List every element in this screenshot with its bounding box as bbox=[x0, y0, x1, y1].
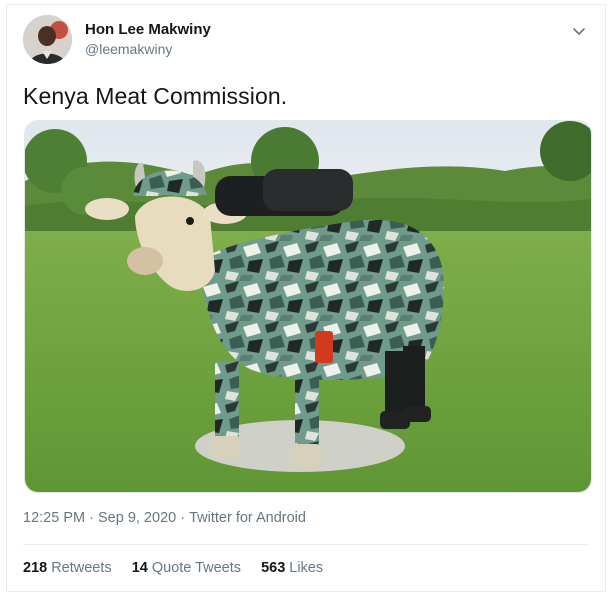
retweets-stat[interactable]: 218 Retweets bbox=[23, 560, 112, 576]
avatar[interactable] bbox=[23, 15, 72, 64]
quote-tweets-stat[interactable]: 14 Quote Tweets bbox=[132, 560, 241, 576]
avatar-image bbox=[23, 15, 72, 64]
tweet-date[interactable]: Sep 9, 2020 bbox=[98, 510, 176, 526]
likes-count: 563 bbox=[261, 560, 286, 576]
tweet-header: Hon Lee Makwiny @leemakwiny bbox=[23, 15, 589, 71]
meta-separator: · bbox=[180, 510, 186, 526]
quote-tweets-count: 14 bbox=[131, 560, 148, 576]
user-handle[interactable]: @leemakwiny bbox=[85, 41, 172, 57]
display-name[interactable]: Hon Lee Makwiny bbox=[85, 21, 211, 38]
likes-stat[interactable]: 563 Likes bbox=[261, 560, 323, 576]
tweet-photo[interactable] bbox=[24, 120, 592, 493]
divider bbox=[23, 544, 589, 545]
tweet-time[interactable]: 12:25 PM bbox=[23, 510, 85, 526]
tweet-text: Kenya Meat Commission. bbox=[23, 83, 288, 109]
chevron-down-icon[interactable] bbox=[571, 23, 587, 39]
quote-tweets-label: Quote Tweets bbox=[151, 560, 242, 576]
meta-separator: · bbox=[89, 510, 94, 526]
tweet-stats: 218 Retweets 14 Quote Tweets 563 Likes bbox=[23, 560, 339, 576]
camouflage-cow-image bbox=[25, 121, 591, 492]
tweet-meta: 12:25 PM · Sep 9, 2020 · Twitter for And… bbox=[23, 510, 306, 526]
tweet-source[interactable]: Twitter for Android bbox=[189, 510, 306, 526]
tweet-card: Hon Lee Makwiny @leemakwiny Kenya Meat C… bbox=[6, 4, 606, 592]
retweets-count: 218 bbox=[23, 560, 48, 576]
likes-label: Likes bbox=[289, 560, 324, 576]
retweets-label: Retweets bbox=[51, 560, 112, 576]
